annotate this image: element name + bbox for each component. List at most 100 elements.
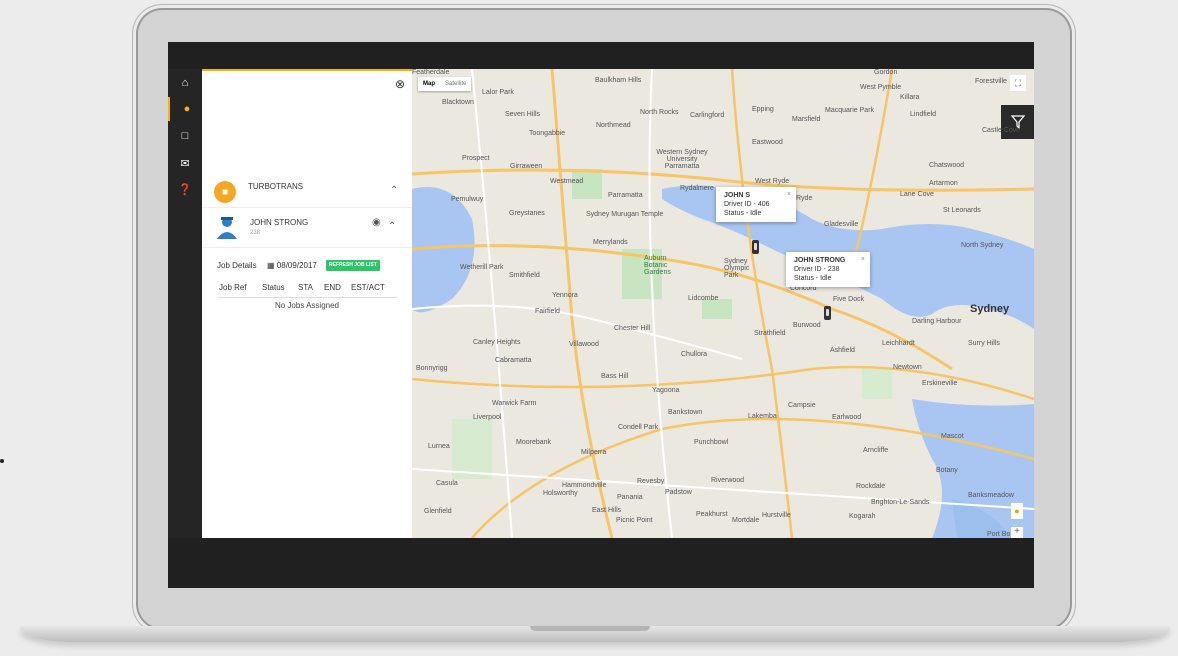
place-label: Padstow xyxy=(665,489,692,496)
background-dot xyxy=(0,459,4,463)
help-icon[interactable]: ❓ xyxy=(168,177,202,201)
chevron-up-icon[interactable]: ⌃ xyxy=(388,221,396,232)
place-label: Lidcombe xyxy=(688,295,719,302)
location-pin-icon[interactable]: ◉ xyxy=(372,217,381,228)
place-label: Prospect xyxy=(462,155,490,162)
home-icon[interactable]: ⌂ xyxy=(168,71,202,95)
popup-driver-id: Driver ID - 238 xyxy=(794,266,840,273)
place-label: Artarmon xyxy=(929,180,958,187)
place-label: Casula xyxy=(436,480,458,487)
col-est-act: EST/ACT xyxy=(351,283,385,292)
place-label: Erskineville xyxy=(922,380,958,387)
place-label: Five Dock xyxy=(833,296,865,303)
place-label: Ashfield xyxy=(830,347,855,354)
map-type-toggle[interactable]: Map Satellite xyxy=(418,77,472,91)
company-name: TURBOTRANS xyxy=(248,182,304,191)
place-label: West Pymble xyxy=(860,84,902,91)
place-label: Lindfield xyxy=(910,111,937,118)
icon-rail: ⌂ ● □ ✉ ❓ xyxy=(168,69,202,538)
company-row[interactable]: ■ TURBOTRANS ⌃ xyxy=(202,173,412,208)
place-label: Condell Park xyxy=(618,424,659,431)
place-label: Hammondville xyxy=(562,482,607,489)
place-label: Fairfield xyxy=(535,308,560,315)
place-label: Rydalmere xyxy=(680,185,714,192)
clipboard-icon[interactable]: □ xyxy=(168,124,202,148)
place-label: Port Bo xyxy=(987,531,1011,538)
laptop-notch xyxy=(530,626,650,631)
place-label: Yennora xyxy=(552,292,578,299)
place-label: Strathfield xyxy=(754,330,786,337)
place-label: Northmead xyxy=(596,122,631,129)
place-label: Banksmeadow xyxy=(968,492,1014,499)
place-label: Picnic Point xyxy=(616,517,653,524)
place-label: Arncliffe xyxy=(863,447,889,454)
vehicle-marker[interactable] xyxy=(824,306,831,320)
street-view-pegman-icon[interactable]: ● xyxy=(1011,503,1023,519)
place-label: Blacktown xyxy=(442,99,474,106)
jobs-table-header: Job Ref Status STA END EST/ACT xyxy=(217,283,397,298)
no-jobs-message: No Jobs Assigned xyxy=(274,301,340,310)
refresh-job-list-button[interactable]: REFRESH JOB LIST xyxy=(326,260,380,271)
place-label: Bass Hill xyxy=(601,373,629,380)
job-date[interactable]: ▦ 08/09/2017 xyxy=(267,261,317,270)
job-details-label: Job Details xyxy=(217,261,257,270)
place-label: Campsie xyxy=(788,402,816,409)
place-label: Greystanes xyxy=(509,210,545,217)
col-status: Status xyxy=(262,283,285,292)
place-label: Girraween xyxy=(510,163,543,170)
map-view[interactable]: Map Satellite ⛶ Featherdale Baulkham Hil… xyxy=(412,69,1034,538)
place-label: Lalor Park xyxy=(482,89,514,96)
place-label: Marsfield xyxy=(792,116,821,123)
mail-icon[interactable]: ✉ xyxy=(168,151,202,175)
place-label: Gladesville xyxy=(824,221,859,228)
place-label: Newtown xyxy=(893,364,922,371)
place-label: Bankstown xyxy=(668,409,703,416)
popup-status: Status - Idle xyxy=(724,210,762,217)
place-label: Darling Harbour xyxy=(912,318,962,325)
place-label: Carlingford xyxy=(690,112,725,119)
vehicle-marker[interactable] xyxy=(752,240,759,254)
place-label: Glenfield xyxy=(424,508,452,515)
close-icon[interactable]: × xyxy=(861,255,865,264)
col-job-ref: Job Ref xyxy=(219,283,247,292)
place-label: Eastwood xyxy=(752,139,783,146)
place-label: Sydney Murugan Temple xyxy=(586,211,664,218)
place-label: North Rocks xyxy=(640,109,679,116)
place-label: East Hills xyxy=(592,507,622,514)
vehicle-popup: JOHN S Driver ID - 406 Status - Idle × xyxy=(716,187,796,222)
place-label: Botany xyxy=(936,467,958,474)
driver-name: JOHN STRONG xyxy=(250,218,309,227)
place-label: Gordon xyxy=(874,69,898,76)
satellite-tab[interactable]: Satellite xyxy=(440,81,471,87)
place-label: Holsworthy xyxy=(543,490,578,497)
place-label: Sydney xyxy=(970,303,1010,315)
place-label: Forestville xyxy=(975,78,1007,85)
place-label: Villawood xyxy=(569,341,599,348)
col-end: END xyxy=(324,283,341,292)
place-label: Smithfield xyxy=(509,272,540,279)
popup-driver-id: Driver ID - 406 xyxy=(724,201,770,208)
close-icon[interactable]: × xyxy=(787,190,791,199)
close-icon[interactable]: ⊗ xyxy=(395,77,405,91)
place-label: Leichhardt xyxy=(882,340,915,347)
place-label: Macquarie Park xyxy=(825,107,875,114)
job-date-value: 08/09/2017 xyxy=(276,261,317,270)
place-label: Parramatta xyxy=(608,192,643,199)
place-label: Riverwood xyxy=(711,477,745,484)
place-label: Seven Hills xyxy=(505,111,541,118)
fullscreen-icon[interactable]: ⛶ xyxy=(1010,75,1026,91)
driver-panel: ⊗ ■ TURBOTRANS ⌃ JOHN STRONG 238 ◉ ⌃ Job… xyxy=(202,69,412,538)
place-label: Killara xyxy=(900,94,920,101)
place-label: Ryde xyxy=(796,195,813,202)
place-label: Moorebank xyxy=(516,439,552,446)
user-icon[interactable]: ● xyxy=(168,97,204,121)
truck-icon: ■ xyxy=(214,181,236,203)
chevron-up-icon[interactable]: ⌃ xyxy=(390,185,398,196)
zoom-in-button[interactable]: + xyxy=(1011,527,1023,538)
place-label: Hurstville xyxy=(762,512,791,519)
place-label: Lurnea xyxy=(428,443,450,450)
place-label: Mortdale xyxy=(732,517,760,524)
driver-row[interactable]: JOHN STRONG 238 ◉ ⌃ xyxy=(202,209,412,248)
map-tab[interactable]: Map xyxy=(418,81,440,87)
place-label: Cabramatta xyxy=(495,357,532,364)
